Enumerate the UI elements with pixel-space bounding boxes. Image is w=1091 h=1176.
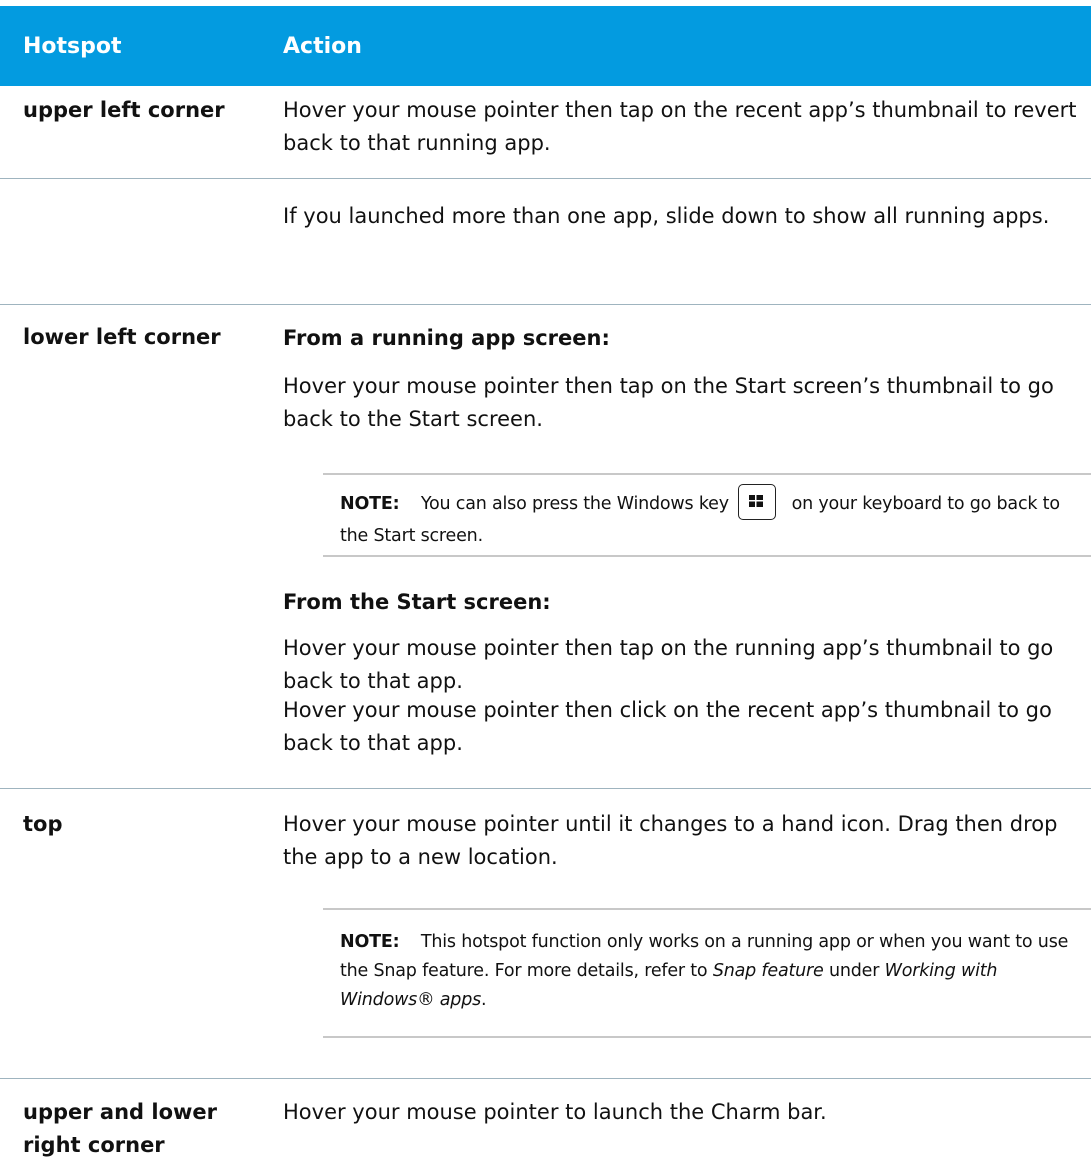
column-header-action: Action [283, 34, 362, 59]
note-text-3: . [481, 990, 487, 1010]
action-lower-left-running: Hover your mouse pointer then tap on the… [283, 374, 1054, 431]
action-upper-left-more: If you launched more than one app, slide… [283, 204, 1050, 228]
note-divider-top [323, 908, 1091, 910]
note-divider-bottom [323, 1036, 1091, 1038]
row-divider [0, 304, 1091, 305]
hotspot-right-corners: upper and lower right corner [23, 1100, 218, 1157]
note-link-snap-feature: Snap feature [712, 961, 824, 981]
windows-key-icon [738, 484, 777, 520]
column-header-hotspot: Hotspot [23, 34, 122, 59]
row-divider [0, 788, 1091, 789]
hotspot-lower-left: lower left corner [23, 325, 221, 349]
table-header: Hotspot Action [0, 6, 1091, 86]
note-divider-bottom [323, 555, 1091, 557]
note-divider-top [323, 473, 1091, 475]
action-lower-left-start-1: Hover your mouse pointer then tap on the… [283, 636, 1054, 693]
hotspot-top: top [23, 812, 63, 836]
note-label: NOTE: [340, 494, 400, 514]
subhead-running-app: From a running app screen: [283, 326, 610, 350]
row-divider [0, 178, 1091, 179]
note-label: NOTE: [340, 932, 400, 952]
note-snap-feature: NOTE: This hotspot function only works o… [340, 928, 1085, 1015]
hotspot-upper-left: upper left corner [23, 98, 225, 122]
action-top: Hover your mouse pointer until it change… [283, 812, 1058, 869]
row-divider [0, 1078, 1091, 1079]
action-right-corners: Hover your mouse pointer to launch the C… [283, 1100, 827, 1124]
note-text-before-key: You can also press the Windows key [420, 494, 729, 514]
subhead-start-screen: From the Start screen: [283, 590, 551, 614]
action-upper-left: Hover your mouse pointer then tap on the… [283, 98, 1077, 155]
note-text-2: under [828, 961, 880, 981]
note-windows-key: NOTE: You can also press the Windows key… [340, 484, 1085, 551]
action-lower-left-start-2: Hover your mouse pointer then click on t… [283, 698, 1052, 755]
